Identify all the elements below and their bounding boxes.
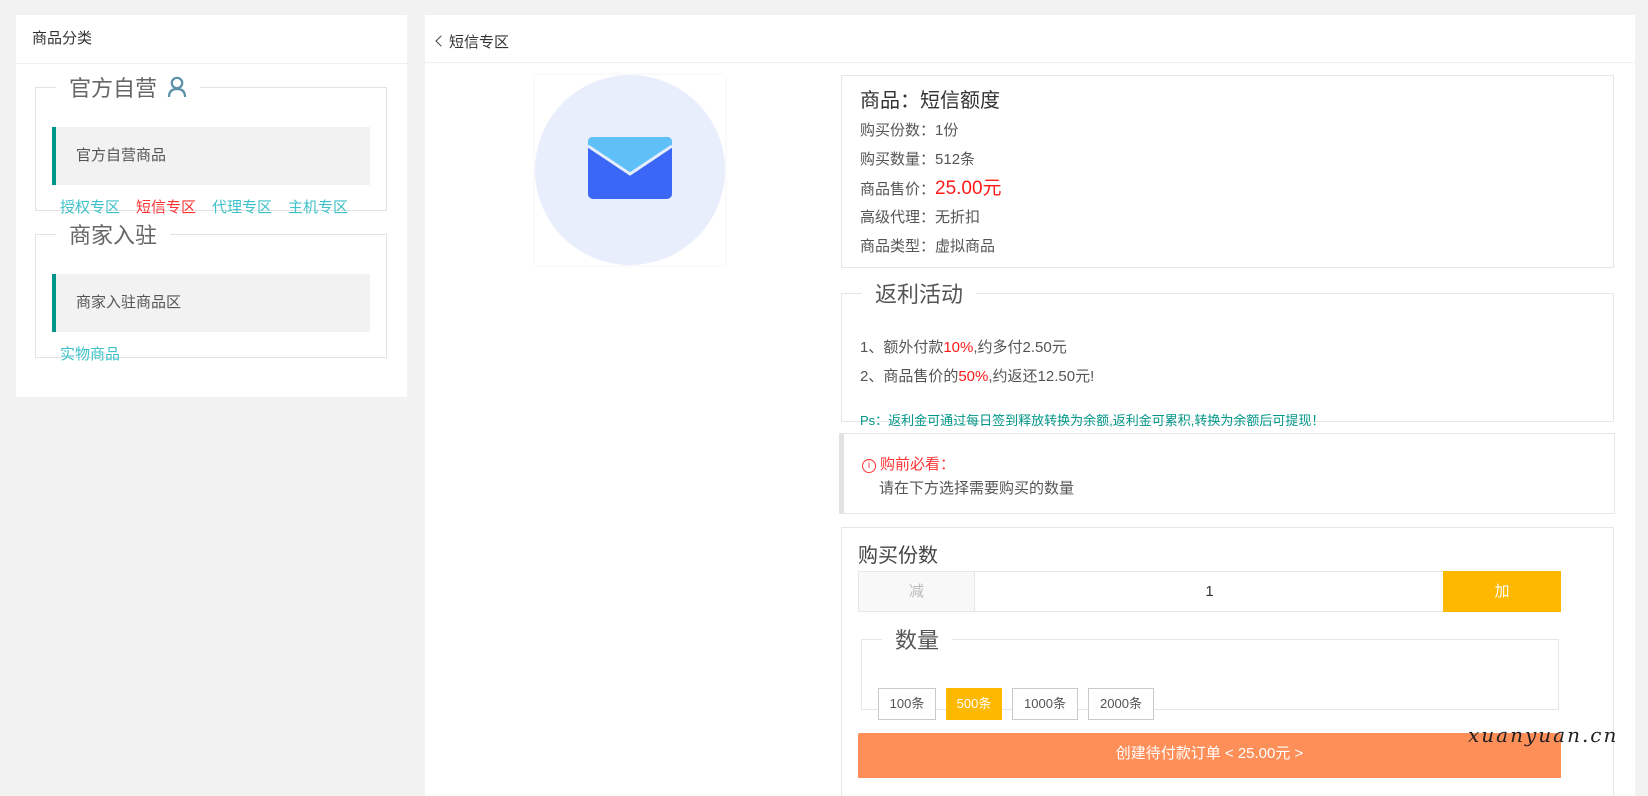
- product-panel: 短信专区 商品：短信额度 购买份数：1份 购买数量：512条 商品售价：25.0…: [425, 15, 1635, 796]
- info-value: 无折扣: [935, 209, 981, 226]
- back-label: 短信专区: [449, 34, 510, 51]
- notice-title: i 购前必看：: [862, 453, 955, 474]
- info-row-amount: 购买数量：512条: [860, 145, 1613, 174]
- quantity-options: 数量 100条 500条 1000条 2000条: [861, 623, 1559, 720]
- link-agent[interactable]: 代理专区: [212, 199, 272, 216]
- info-label: 商品类型：: [860, 238, 936, 255]
- group-merchant: 商家入驻 商家入驻商品区 实物商品: [35, 218, 387, 363]
- decrease-button[interactable]: 减: [858, 571, 975, 612]
- info-label: 商品售价：: [860, 181, 936, 198]
- notice-text: 请在下方选择需要购买的数量: [879, 480, 1075, 497]
- info-icon: i: [862, 459, 876, 473]
- group-merchant-links: 实物商品: [60, 343, 136, 364]
- rebate-text: ,约多付2.50元: [973, 339, 1067, 356]
- group-official-item[interactable]: 官方自营商品: [52, 127, 370, 185]
- notice-box: i 购前必看： 请在下方选择需要购买的数量: [839, 433, 1615, 514]
- info-row-price: 商品售价：25.00元: [860, 174, 1613, 203]
- info-value: 虚拟商品: [935, 238, 996, 255]
- quantity-legend: 数量: [895, 628, 940, 653]
- group-merchant-item[interactable]: 商家入驻商品区: [52, 274, 370, 332]
- back-link[interactable]: 短信专区: [425, 15, 1635, 63]
- info-row-copies: 购买份数：1份: [860, 116, 1613, 145]
- link-physical[interactable]: 实物商品: [60, 346, 120, 363]
- info-label: 高级代理：: [860, 209, 936, 226]
- group-merchant-legend: 商家入驻: [69, 223, 158, 248]
- product-image: [535, 75, 725, 265]
- option-500[interactable]: 500条: [946, 688, 1002, 720]
- category-panel: 商品分类 官方自营 官方自营商品 授权专区 短信专区 代理专区 主机专区 商家入驻 商…: [16, 15, 407, 397]
- info-label: 购买份数：: [860, 122, 936, 139]
- category-panel-title: 商品分类: [16, 15, 407, 64]
- purchase-box: 购买份数 减 加 数量 100条 500条 1000条 2000条 创建待付款订…: [841, 527, 1614, 796]
- envelope-icon: [588, 137, 672, 199]
- rebate-pct: 10%: [943, 339, 974, 356]
- rebate-text: 2、商品售价的: [860, 368, 959, 385]
- rebate-text: 1、额外付款: [860, 339, 944, 356]
- watermark: xuanyuan.cn: [1468, 723, 1619, 747]
- rebate-section: 返利活动 1、额外付款10%,约多付2.50元 2、商品售价的50%,约返还12…: [841, 277, 1614, 428]
- price-value: 25.00元: [935, 178, 1002, 199]
- increase-button[interactable]: 加: [1443, 571, 1561, 612]
- info-row-agent: 高级代理：无折扣: [860, 203, 1613, 232]
- option-100[interactable]: 100条: [878, 688, 936, 720]
- purchase-title: 购买份数: [858, 545, 938, 567]
- notice-title-text: 购前必看：: [880, 456, 956, 473]
- option-2000[interactable]: 2000条: [1088, 688, 1154, 720]
- link-host[interactable]: 主机专区: [288, 199, 348, 216]
- group-official-legend: 官方自营: [56, 71, 200, 103]
- group-official-links: 授权专区 短信专区 代理专区 主机专区: [60, 196, 364, 217]
- group-official-title: 官方自营: [69, 76, 158, 101]
- chevron-left-icon: [435, 35, 447, 47]
- product-title: 商品：短信额度: [860, 90, 1000, 112]
- rebate-legend: 返利活动: [875, 282, 964, 307]
- group-official: 官方自营 官方自营商品 授权专区 短信专区 代理专区 主机专区: [35, 71, 387, 216]
- link-auth[interactable]: 授权专区: [60, 199, 120, 216]
- info-value: 1份: [935, 122, 959, 139]
- user-icon: [168, 76, 187, 98]
- rebate-note: Ps：返利金可通过每日签到释放转换为余额,返利金可累积,转换为余额后可提现！: [860, 413, 1325, 428]
- rebate-line-1: 1、额外付款10%,约多付2.50元: [860, 336, 1067, 357]
- option-1000[interactable]: 1000条: [1012, 688, 1078, 720]
- rebate-line-2: 2、商品售价的50%,约返还12.50元!: [860, 365, 1094, 386]
- link-sms[interactable]: 短信专区: [136, 199, 196, 216]
- info-value: 512条: [935, 151, 976, 168]
- rebate-pct: 50%: [958, 368, 989, 385]
- quantity-input[interactable]: [975, 571, 1445, 612]
- info-row-type: 商品类型：虚拟商品: [860, 232, 1613, 261]
- create-order-button[interactable]: 创建待付款订单 < 25.00元 >: [858, 733, 1561, 778]
- rebate-text: ,约返还12.50元!: [988, 368, 1095, 385]
- product-info: 商品：短信额度 购买份数：1份 购买数量：512条 商品售价：25.00元 高级…: [841, 75, 1614, 268]
- info-label: 购买数量：: [860, 151, 936, 168]
